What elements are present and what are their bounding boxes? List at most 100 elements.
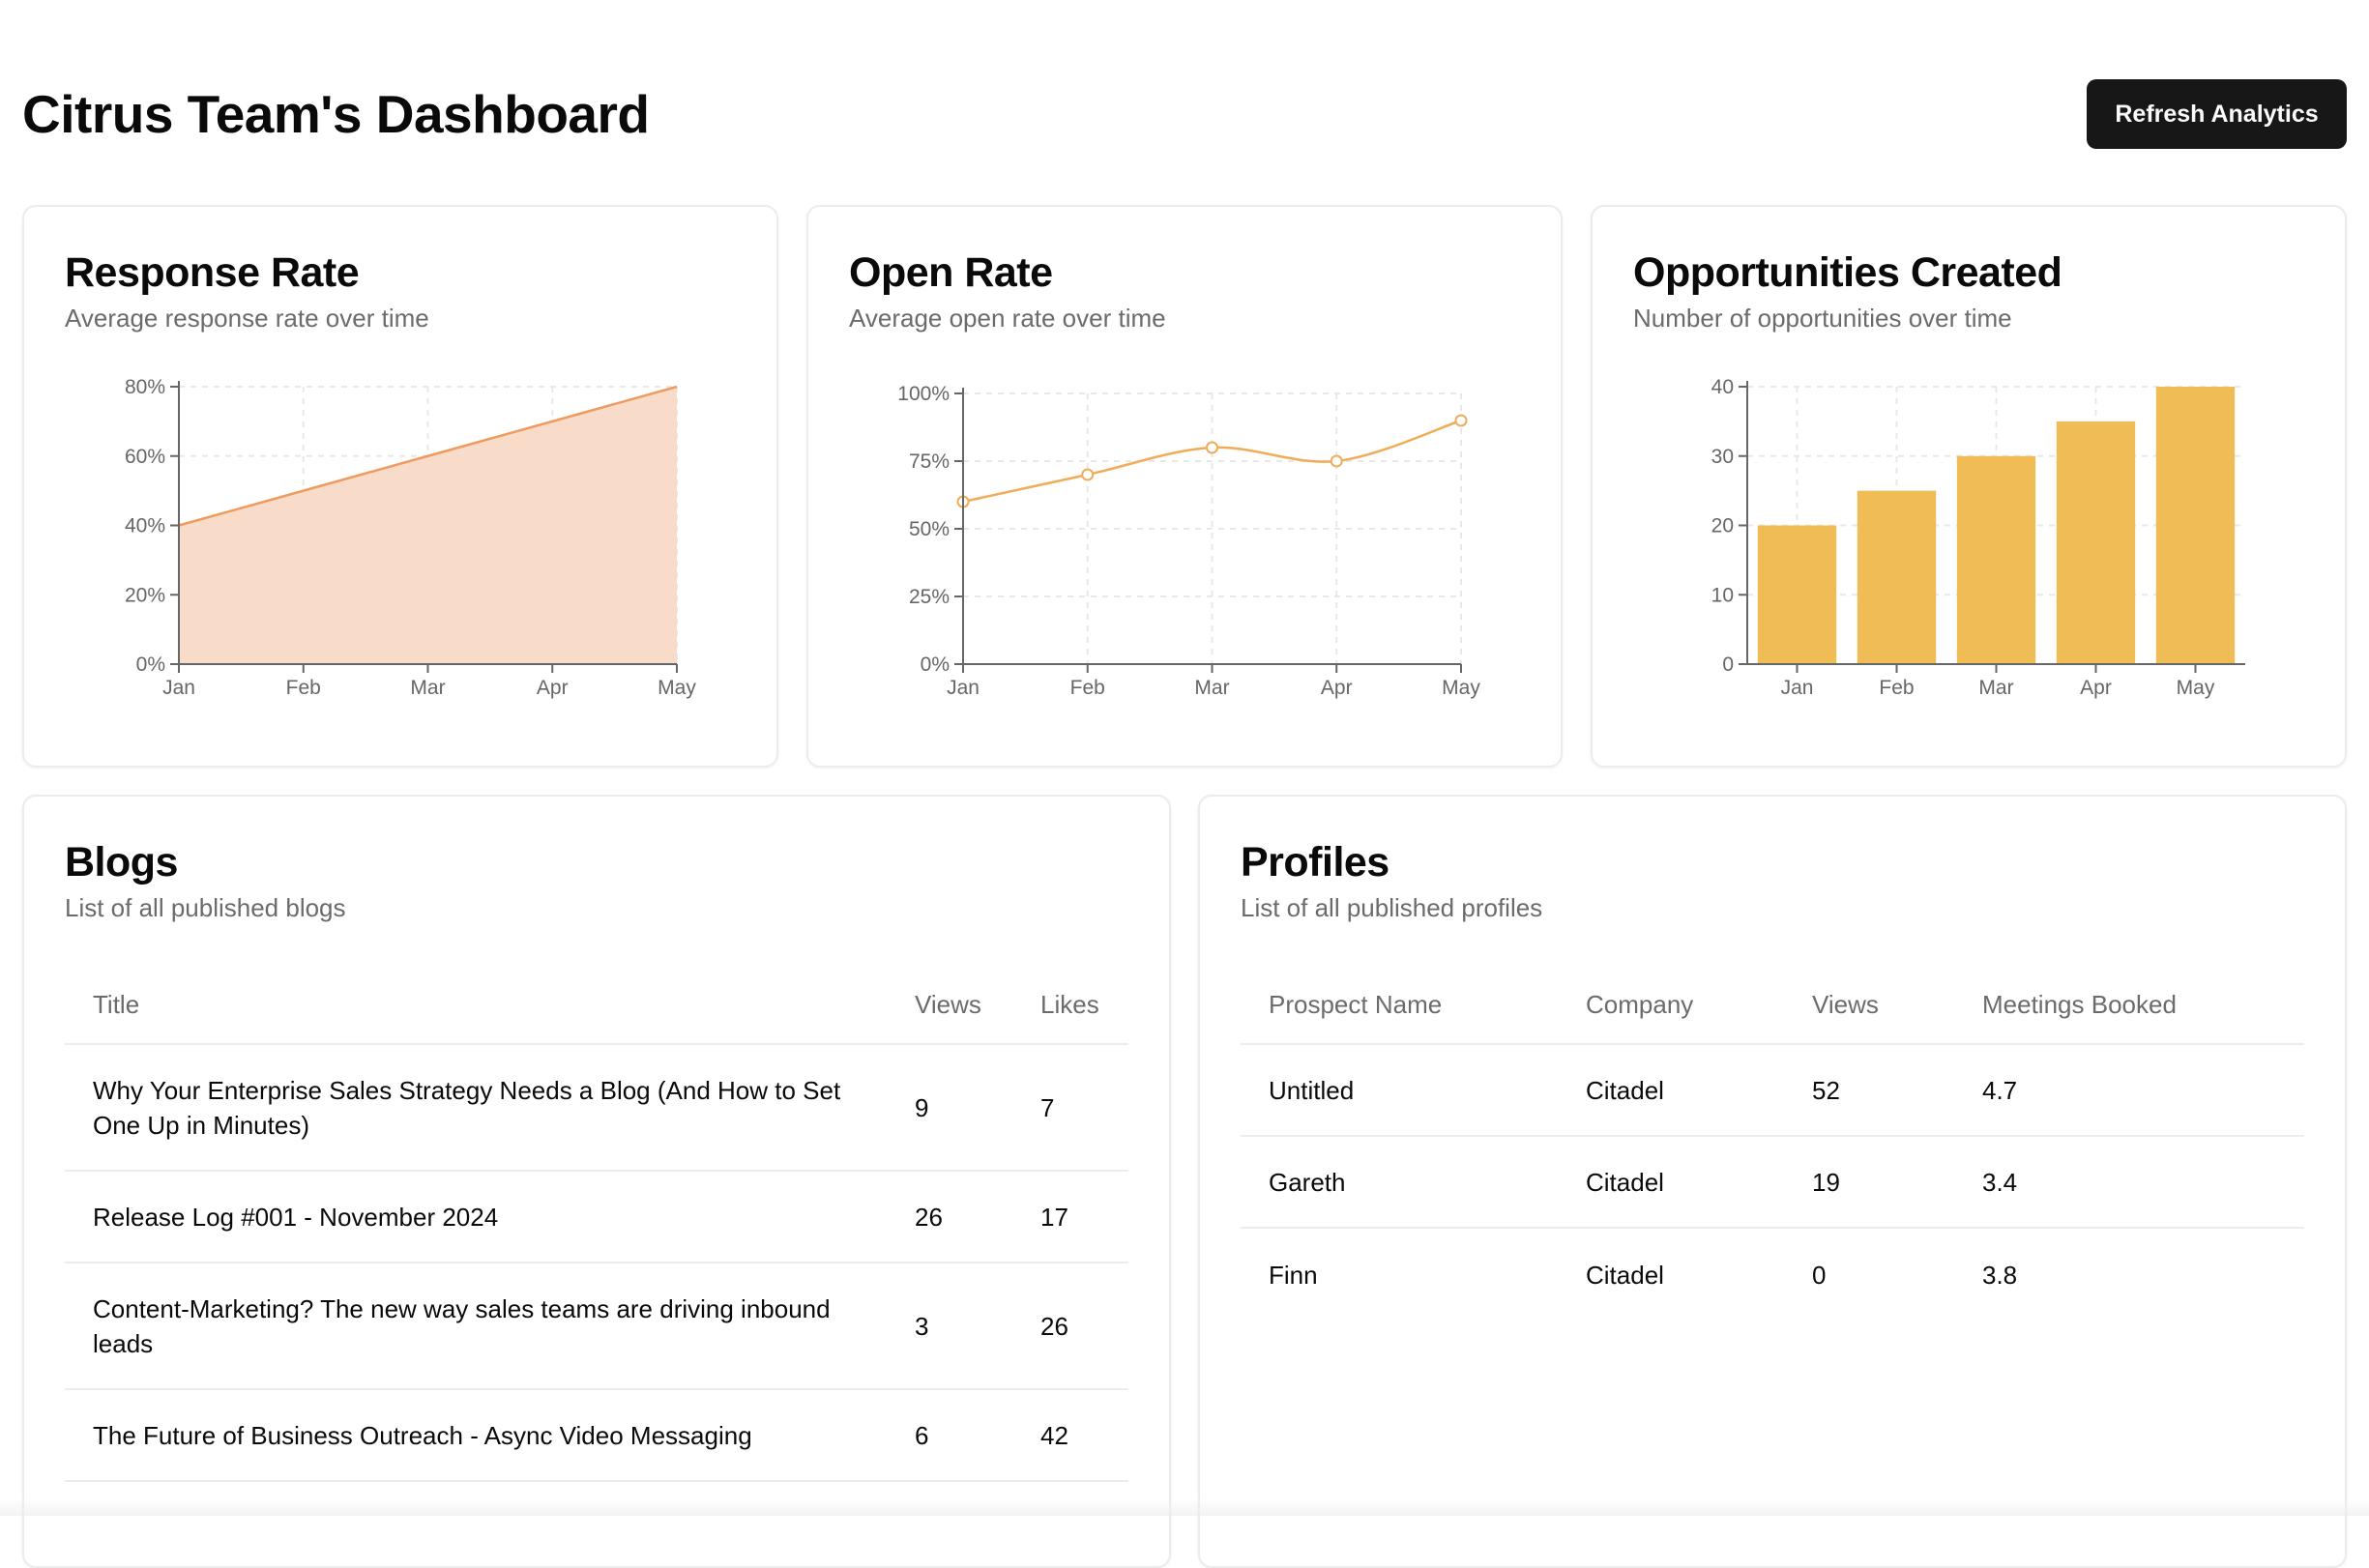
table-row[interactable]: Why Your Enterprise Sales Strategy Needs… (65, 1045, 1128, 1172)
table-row[interactable]: Finn Citadel 0 3.8 (1241, 1229, 2304, 1321)
x-tick-label: Feb (1879, 677, 1914, 699)
prospect-views: 19 (1784, 1165, 1954, 1200)
refresh-analytics-button[interactable]: Refresh Analytics (2087, 79, 2347, 149)
dashboard-header: Citrus Team's Dashboard Refresh Analytic… (22, 0, 2347, 193)
prospect-name: Untitled (1241, 1073, 1558, 1108)
prospect-views: 0 (1784, 1258, 1954, 1292)
table-row[interactable]: Gareth Citadel 19 3.4 (1241, 1137, 2304, 1229)
bar (1758, 526, 1836, 665)
x-tick-label: Jan (1781, 677, 1814, 699)
bar (1957, 456, 2035, 664)
blog-title: Release Log #001 - November 2024 (65, 1200, 887, 1234)
table-row[interactable]: The Future of Business Outreach - Async … (65, 1390, 1128, 1482)
y-tick-label: 50% (909, 518, 950, 540)
prospect-meetings: 3.8 (1954, 1258, 2244, 1292)
prospect-company: Citadel (1558, 1258, 1784, 1292)
table-body: Why Your Enterprise Sales Strategy Needs… (65, 1045, 1128, 1482)
page-title: Citrus Team's Dashboard (22, 83, 650, 145)
x-tick-label: May (2177, 677, 2215, 699)
column-header-likes[interactable]: Likes (1012, 987, 1128, 1022)
profiles-table: Prospect Name Company Views Meetings Boo… (1241, 966, 2304, 1321)
y-tick-label: 0 (1722, 653, 1734, 676)
y-tick-label: 0% (921, 653, 950, 676)
blog-likes: 42 (1012, 1418, 1128, 1453)
prospect-meetings: 3.4 (1954, 1165, 2244, 1200)
area-fill (179, 387, 677, 664)
card-title: Blogs (65, 839, 178, 886)
column-header-views[interactable]: Views (887, 987, 1012, 1022)
x-tick-label: Jan (162, 677, 195, 699)
blog-title: Content-Marketing? The new way sales tea… (65, 1292, 887, 1361)
prospect-name: Finn (1241, 1258, 1558, 1292)
open-rate-card: Open Rate Average open rate over time 0%… (806, 205, 1563, 768)
y-tick-label: 30 (1711, 446, 1734, 468)
opportunities-chart: 0 10 20 30 40 Jan Feb Mar Apr May (1593, 207, 2349, 769)
bar (1857, 491, 1936, 664)
column-header-prospect-name[interactable]: Prospect Name (1241, 987, 1558, 1022)
data-point (1331, 456, 1342, 467)
table-row[interactable]: Content-Marketing? The new way sales tea… (65, 1263, 1128, 1390)
y-tick-label: 60% (125, 446, 165, 468)
table-row[interactable]: Release Log #001 - November 2024 26 17 (65, 1172, 1128, 1263)
x-tick-label: Apr (537, 677, 569, 699)
table-body: Untitled Citadel 52 4.7 Gareth Citadel 1… (1241, 1045, 2304, 1321)
column-header-company[interactable]: Company (1558, 987, 1784, 1022)
column-header-views[interactable]: Views (1784, 987, 1954, 1022)
x-tick-label: Apr (1321, 677, 1353, 699)
y-tick-label: 40 (1711, 376, 1734, 398)
blog-views: 9 (887, 1090, 1012, 1125)
y-tick-label: 20% (125, 584, 165, 606)
x-tick-label: May (1442, 677, 1480, 699)
prospect-company: Citadel (1558, 1073, 1784, 1108)
x-tick-label: Jan (947, 677, 980, 699)
card-subtitle: List of all published blogs (65, 893, 346, 923)
column-header-title[interactable]: Title (65, 987, 887, 1022)
y-tick-label: 0% (136, 653, 165, 676)
profiles-card: Profiles List of all published profiles … (1198, 795, 2347, 1568)
blog-views: 3 (887, 1309, 1012, 1344)
data-point (1082, 470, 1093, 480)
x-tick-label: Mar (1978, 677, 2013, 699)
x-tick-label: Feb (286, 677, 321, 699)
y-tick-label: 100% (897, 383, 950, 405)
x-tick-label: Mar (1194, 677, 1229, 699)
x-tick-label: Mar (410, 677, 445, 699)
y-tick-label: 20 (1711, 515, 1734, 537)
blog-title: The Future of Business Outreach - Async … (65, 1418, 887, 1453)
x-tick-label: Feb (1070, 677, 1105, 699)
response-rate-card: Response Rate Average response rate over… (22, 205, 778, 768)
blogs-table: Title Views Likes Why Your Enterprise Sa… (65, 966, 1128, 1482)
table-header: Prospect Name Company Views Meetings Boo… (1241, 966, 2304, 1045)
prospect-views: 52 (1784, 1073, 1954, 1108)
table-header: Title Views Likes (65, 966, 1128, 1045)
table-row[interactable]: Untitled Citadel 52 4.7 (1241, 1045, 2304, 1137)
blog-views: 6 (887, 1418, 1012, 1453)
y-tick-label: 10 (1711, 584, 1734, 606)
y-tick-label: 40% (125, 515, 165, 537)
data-point (1207, 443, 1217, 453)
bottom-edge-shadow (0, 1498, 2369, 1516)
y-tick-label: 80% (125, 376, 165, 398)
blog-likes: 26 (1012, 1309, 1128, 1344)
y-tick-label: 75% (909, 450, 950, 473)
opportunities-card: Opportunities Created Number of opportun… (1591, 205, 2347, 768)
prospect-meetings: 4.7 (1954, 1073, 2244, 1108)
blog-views: 26 (887, 1200, 1012, 1234)
card-subtitle: List of all published profiles (1241, 893, 1542, 923)
x-tick-label: May (658, 677, 696, 699)
bar (2057, 421, 2135, 664)
data-point (1456, 416, 1467, 426)
blog-likes: 7 (1012, 1090, 1128, 1125)
blog-likes: 17 (1012, 1200, 1128, 1234)
blogs-card: Blogs List of all published blogs Title … (22, 795, 1171, 1568)
y-tick-label: 25% (909, 586, 950, 608)
prospect-name: Gareth (1241, 1165, 1558, 1200)
prospect-company: Citadel (1558, 1165, 1784, 1200)
bar (2156, 387, 2235, 664)
column-header-meetings-booked[interactable]: Meetings Booked (1954, 987, 2244, 1022)
blog-title: Why Your Enterprise Sales Strategy Needs… (65, 1073, 887, 1143)
x-tick-label: Apr (2080, 677, 2112, 699)
response-rate-chart: 0% 20% 40% 60% 80% Jan Feb Mar Apr May (24, 207, 780, 769)
card-title: Profiles (1241, 839, 1389, 886)
open-rate-chart: 0% 25% 50% 75% 100% Jan Feb Mar Apr May (808, 207, 1565, 769)
